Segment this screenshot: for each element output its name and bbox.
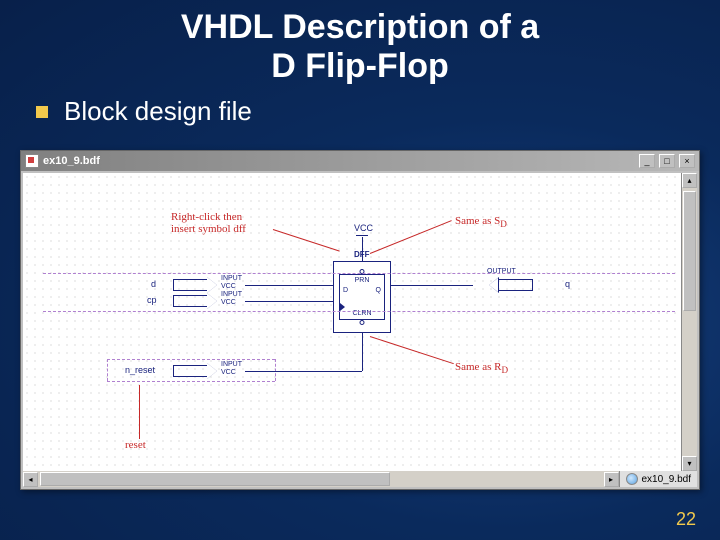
schematic-canvas[interactable]: DFF PRN D Q CLRN VCC d INPUT xyxy=(23,173,681,471)
anno-sd-line xyxy=(370,220,452,254)
wire-nreset-v xyxy=(362,333,363,371)
anno-same-rd-sub: D xyxy=(501,365,508,375)
dash-bot-2 xyxy=(107,381,275,382)
wire-cp xyxy=(245,301,333,302)
port-q: Q xyxy=(376,287,381,294)
vertical-scrollbar[interactable]: ▴ ▾ xyxy=(681,173,697,471)
slide-number: 22 xyxy=(676,509,696,530)
scroll-right-button[interactable]: ▸ xyxy=(604,472,619,487)
dash-top-1 xyxy=(43,273,675,274)
bullet-row: Block design file xyxy=(36,96,720,127)
vscroll-thumb[interactable] xyxy=(683,191,696,311)
output-pin-q[interactable] xyxy=(473,277,533,293)
hscroll-track[interactable] xyxy=(38,472,604,487)
client-area: DFF PRN D Q CLRN VCC d INPUT xyxy=(23,173,697,471)
port-d: D xyxy=(343,287,348,294)
maximize-button[interactable]: □ xyxy=(659,154,675,168)
title-line-1: VHDL Description of a xyxy=(181,8,539,46)
anno-reset: reset xyxy=(125,439,146,451)
titlebar[interactable]: ex10_9.bdf _ □ × xyxy=(21,151,699,171)
title-line-2: D Flip-Flop xyxy=(271,47,449,85)
file-tab-label: ex10_9.bdf xyxy=(642,474,692,485)
signal-nreset: n_reset xyxy=(125,365,155,375)
signal-cp: cp xyxy=(147,295,157,305)
slide-title: VHDL Description of a D Flip-Flop xyxy=(0,0,720,86)
signal-d: d xyxy=(151,279,156,289)
horizontal-scrollbar[interactable]: ◂ ▸ ex10_9.bdf xyxy=(23,471,697,487)
anno-same-rd-text: Same as R xyxy=(455,361,501,373)
anno-right-click: Right-click then insert symbol dff xyxy=(171,211,246,235)
bullet-text: Block design file xyxy=(64,96,252,127)
dash-l-2 xyxy=(107,359,108,381)
hscroll-thumb[interactable] xyxy=(40,472,390,486)
dash-top-2 xyxy=(107,359,275,360)
minimize-button[interactable]: _ xyxy=(639,154,655,168)
type-input-d: INPUT xyxy=(221,275,242,282)
port-prn: PRN xyxy=(355,277,370,284)
bullet-square-icon xyxy=(36,106,48,118)
wire-q xyxy=(391,285,473,286)
wire-nreset-h xyxy=(245,371,362,372)
scroll-left-button[interactable]: ◂ xyxy=(23,472,38,487)
vcc-label: VCC xyxy=(354,223,373,233)
bdf-window: ex10_9.bdf _ □ × DFF PRN D Q CLRN xyxy=(20,150,700,490)
wire-vcc-prn xyxy=(362,237,363,261)
dash-r-2 xyxy=(275,359,276,381)
anno-rd-line xyxy=(370,336,454,364)
globe-icon xyxy=(626,473,638,485)
file-tab[interactable]: ex10_9.bdf xyxy=(619,471,698,487)
clrn-bubble-icon xyxy=(360,320,365,325)
type-input-nreset: INPUT xyxy=(221,361,242,368)
anno-same-sd-text: Same as S xyxy=(455,215,500,227)
wire-d xyxy=(245,285,333,286)
close-button[interactable]: × xyxy=(679,154,695,168)
window-title: ex10_9.bdf xyxy=(43,155,100,167)
anno-right-click-line xyxy=(273,229,340,252)
anno-same-sd: Same as SD xyxy=(455,215,507,229)
clock-triangle-icon xyxy=(340,303,345,311)
type-vcc-d: VCC xyxy=(221,283,236,290)
anno-reset-line xyxy=(139,385,140,439)
anno-same-rd: Same as RD xyxy=(455,361,508,375)
type-vcc-nreset: VCC xyxy=(221,369,236,376)
type-input-cp: INPUT xyxy=(221,291,242,298)
scroll-up-button[interactable]: ▴ xyxy=(682,173,697,188)
type-vcc-cp: VCC xyxy=(221,299,236,306)
dash-bot-1 xyxy=(43,311,675,312)
signal-q: q xyxy=(565,279,570,289)
vcc-bar-icon xyxy=(356,235,368,236)
anno-same-sd-sub: D xyxy=(500,219,507,229)
dff-inner-box: PRN D Q CLRN xyxy=(339,274,385,320)
dff-symbol[interactable]: DFF PRN D Q CLRN xyxy=(333,261,391,333)
type-output-q: OUTPUT xyxy=(487,268,516,275)
file-icon xyxy=(25,154,39,168)
scroll-down-button[interactable]: ▾ xyxy=(682,456,697,471)
